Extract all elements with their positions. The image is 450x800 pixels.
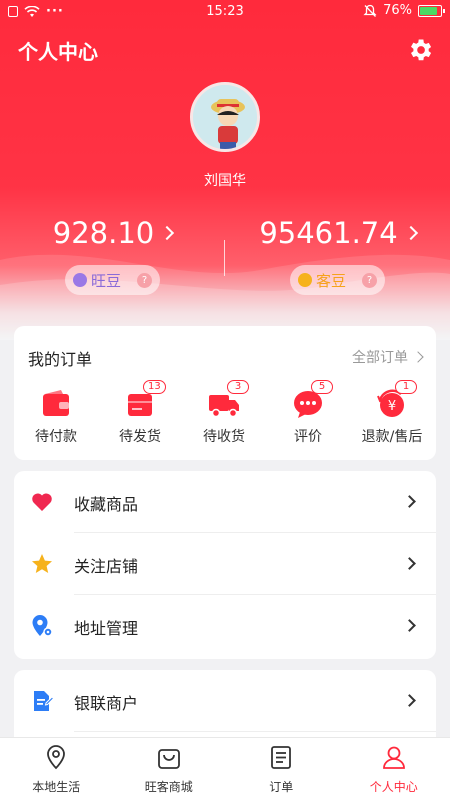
tab-orders[interactable]: 订单 bbox=[225, 738, 338, 800]
status-bar: ··· 15:23 76% bbox=[0, 0, 450, 24]
kedou-coin-icon bbox=[298, 273, 312, 287]
wangdou-coin-icon bbox=[73, 273, 87, 287]
svg-text:¥: ¥ bbox=[388, 399, 396, 414]
menu-item-favorites[interactable]: 收藏商品 bbox=[14, 471, 436, 533]
order-label: 评价 bbox=[294, 429, 322, 445]
menu-item-followed-shops[interactable]: 关注店铺 bbox=[14, 533, 436, 595]
kedou-value: 95461.74 bbox=[259, 216, 398, 250]
order-to-receive[interactable]: 3 待收货 bbox=[182, 380, 266, 446]
battery-fill bbox=[420, 6, 437, 15]
menu-label: 银联商户 bbox=[74, 694, 139, 713]
chevron-right-icon bbox=[412, 351, 424, 363]
wangdou-value: 928.10 bbox=[52, 216, 155, 250]
all-orders-link[interactable]: 全部订单 bbox=[352, 347, 424, 367]
menu-label: 地址管理 bbox=[74, 619, 139, 638]
bottom-tab-bar: 本地生活 旺客商城 订单 个人中心 bbox=[0, 737, 450, 800]
help-icon[interactable]: ? bbox=[362, 272, 377, 288]
chevron-right-icon bbox=[403, 225, 418, 241]
menu-label: 收藏商品 bbox=[74, 495, 139, 514]
order-label: 待发货 bbox=[119, 429, 161, 445]
kedou-balance[interactable]: 95461.74 bbox=[225, 216, 450, 250]
chevron-right-icon bbox=[403, 694, 416, 707]
tab-label: 订单 bbox=[269, 780, 294, 794]
avatar[interactable] bbox=[190, 82, 260, 152]
count-badge: 1 bbox=[395, 380, 417, 394]
menu-label: 关注店铺 bbox=[74, 557, 139, 576]
star-icon bbox=[32, 554, 52, 573]
order-label: 退款/售后 bbox=[361, 429, 423, 445]
orders-card: 我的订单 全部订单 待付款 13 待发货 3 待收货 5 评价 ¥ 1 退款/售… bbox=[14, 326, 436, 460]
wangdou-balance[interactable]: 928.10 bbox=[0, 216, 225, 250]
chevron-right-icon bbox=[403, 557, 416, 570]
order-label: 待收货 bbox=[203, 429, 245, 445]
order-pending-payment[interactable]: 待付款 bbox=[14, 388, 98, 446]
heart-icon bbox=[32, 493, 52, 511]
bell-muted-icon bbox=[363, 4, 377, 17]
chevron-right-icon bbox=[160, 225, 175, 241]
order-to-ship[interactable]: 13 待发货 bbox=[98, 380, 182, 446]
user-icon bbox=[382, 746, 405, 769]
count-badge: 5 bbox=[311, 380, 333, 394]
tab-label: 本地生活 bbox=[32, 780, 81, 794]
document-edit-icon bbox=[34, 691, 54, 711]
count-badge: 13 bbox=[143, 380, 166, 394]
help-icon[interactable]: ? bbox=[137, 272, 152, 288]
kedou-pill[interactable]: 客豆 ? bbox=[290, 265, 385, 295]
username: 刘国华 bbox=[204, 173, 246, 189]
count-badge: 3 bbox=[227, 380, 249, 394]
menu-item-unionpay-merchant[interactable]: 银联商户 bbox=[14, 670, 436, 732]
tab-label: 旺客商城 bbox=[144, 780, 193, 794]
all-orders-label: 全部订单 bbox=[352, 350, 408, 366]
chevron-right-icon bbox=[403, 495, 416, 508]
menu-card: 收藏商品 关注店铺 地址管理 bbox=[14, 471, 436, 659]
wallet-icon bbox=[43, 390, 69, 416]
location-gear-icon bbox=[32, 615, 53, 637]
order-list-icon bbox=[271, 746, 292, 769]
shopping-bag-icon bbox=[157, 749, 180, 769]
wangdou-label: 旺豆 bbox=[91, 271, 122, 290]
tab-label: 个人中心 bbox=[369, 780, 418, 794]
battery-icon bbox=[418, 4, 445, 17]
menu-item-address[interactable]: 地址管理 bbox=[14, 595, 436, 657]
order-label: 待付款 bbox=[35, 429, 77, 445]
battery-percent: 76% bbox=[383, 3, 412, 18]
gear-icon[interactable] bbox=[406, 36, 434, 64]
tab-mall[interactable]: 旺客商城 bbox=[113, 738, 226, 800]
order-refund[interactable]: ¥ 1 退款/售后 bbox=[350, 380, 434, 446]
wangdou-pill[interactable]: 旺豆 ? bbox=[65, 265, 160, 295]
tab-local-life[interactable]: 本地生活 bbox=[0, 738, 113, 800]
kedou-label: 客豆 bbox=[316, 271, 347, 290]
title-bar: 个人中心 bbox=[0, 28, 450, 72]
tab-personal-center[interactable]: 个人中心 bbox=[338, 738, 450, 800]
page-title: 个人中心 bbox=[18, 40, 98, 64]
orders-title: 我的订单 bbox=[28, 350, 93, 369]
chevron-right-icon bbox=[403, 619, 416, 632]
location-pin-icon bbox=[47, 745, 66, 770]
order-review[interactable]: 5 评价 bbox=[266, 380, 350, 446]
